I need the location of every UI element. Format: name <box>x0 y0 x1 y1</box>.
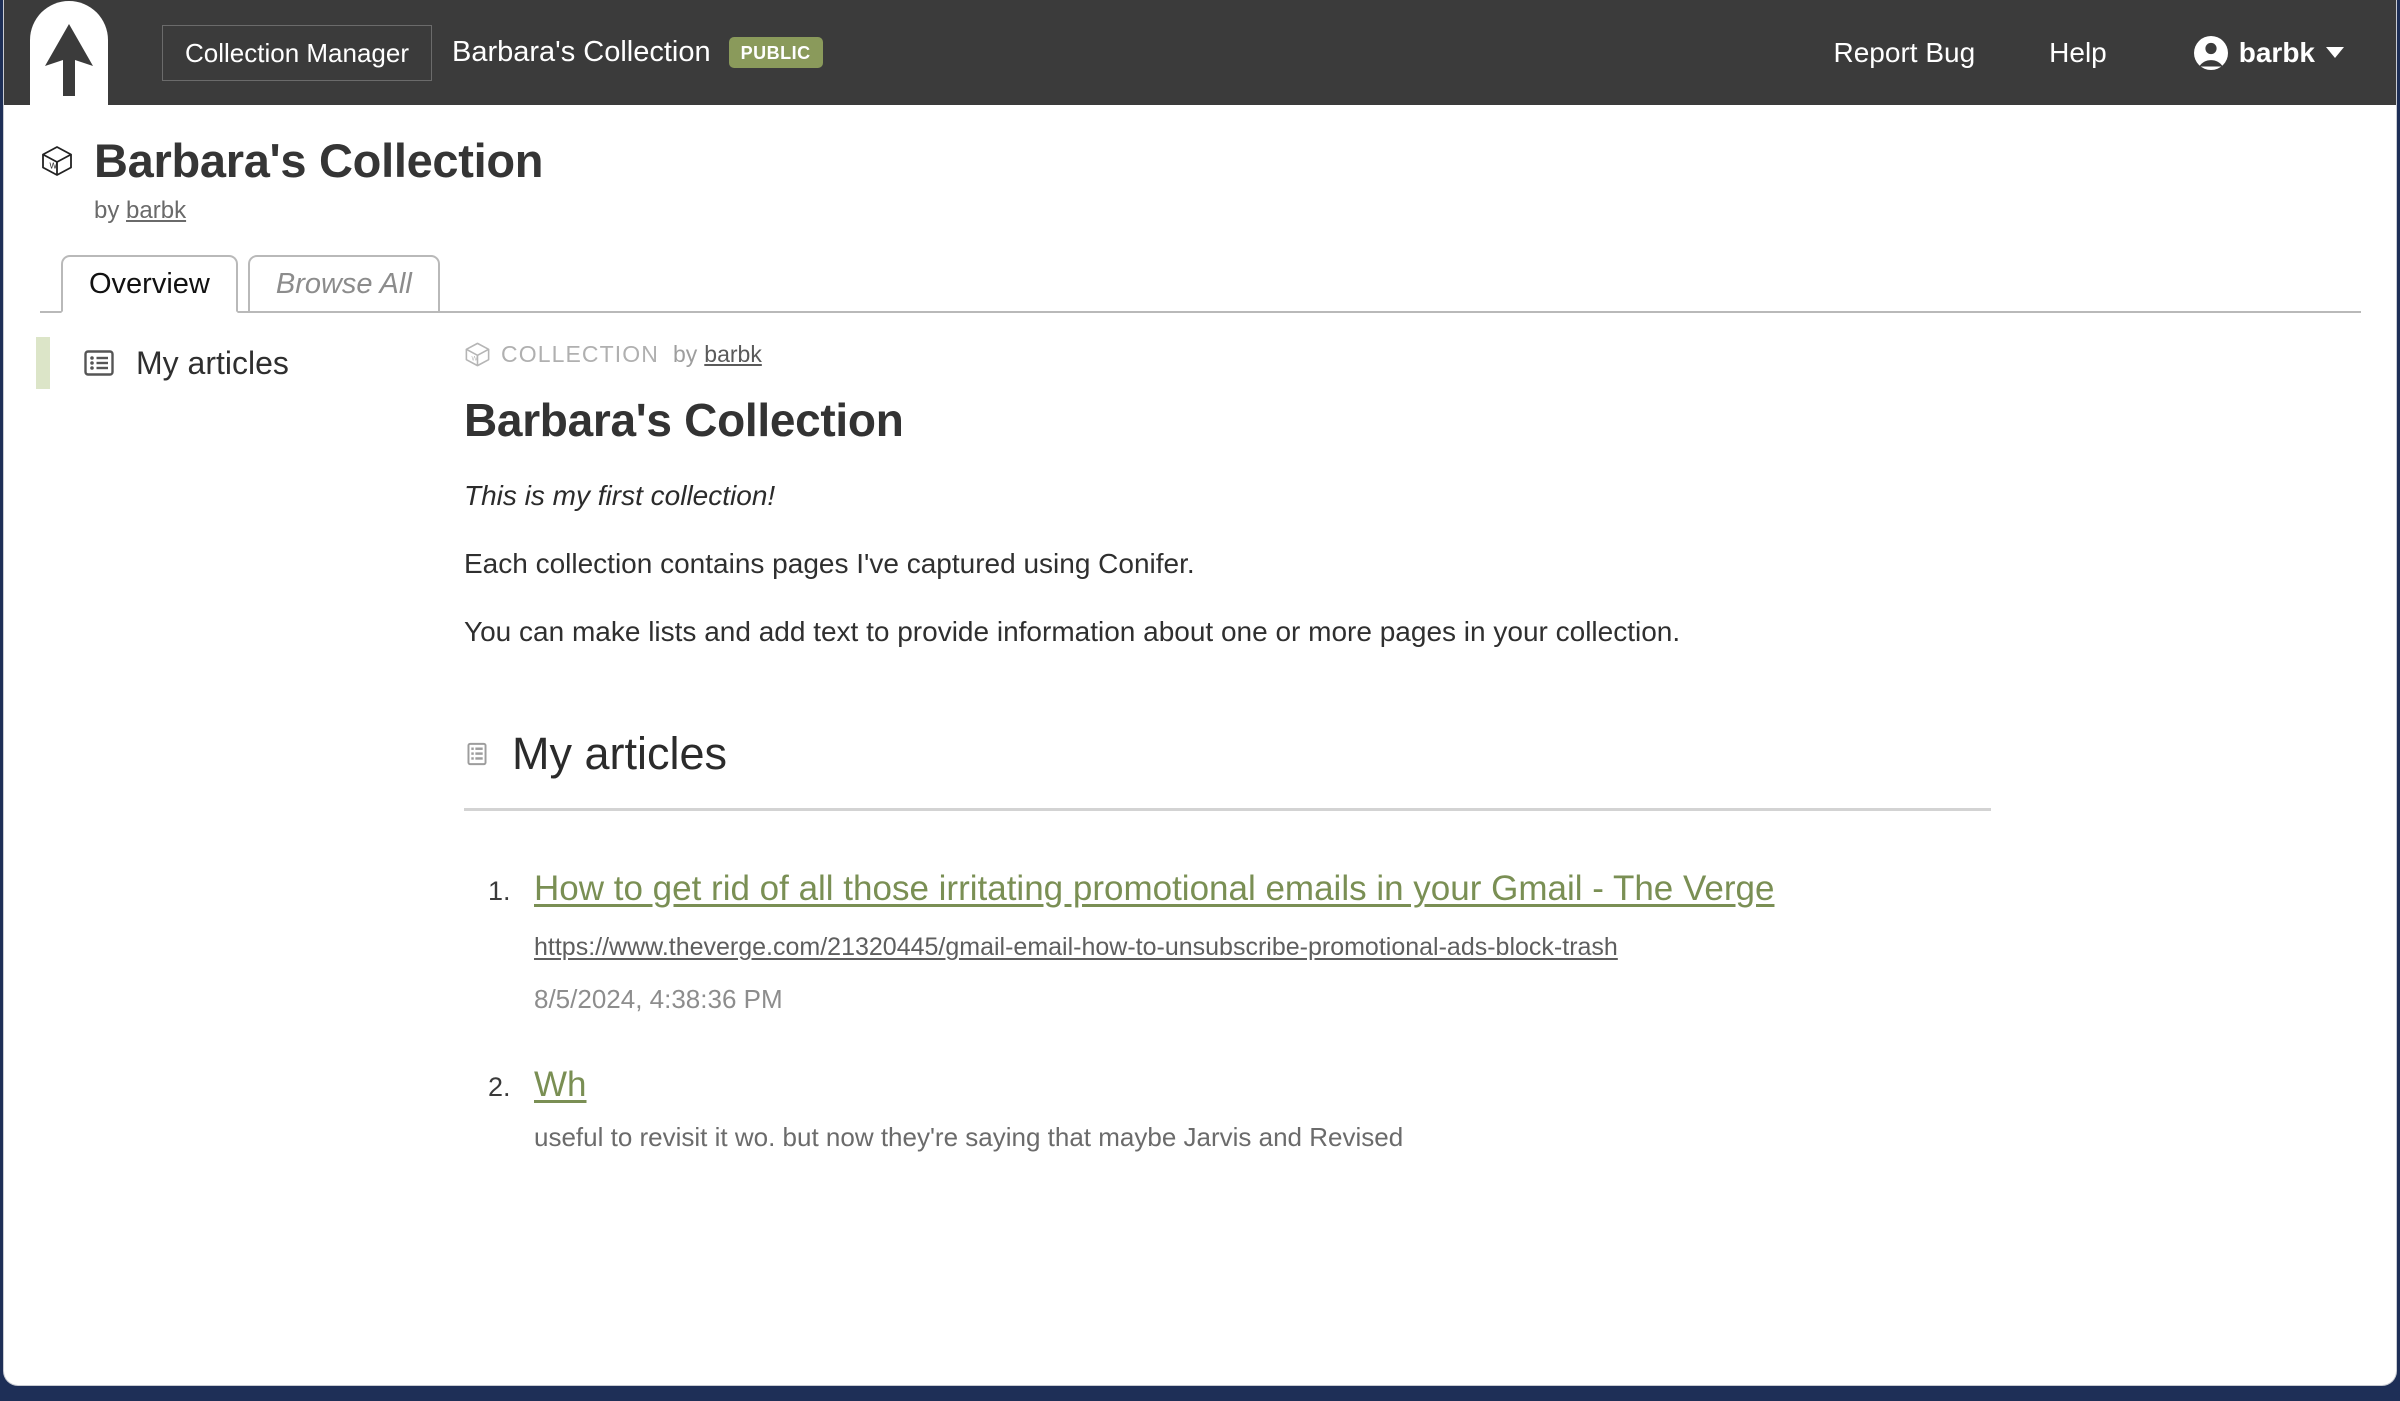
section-heading: My articles <box>464 728 2336 780</box>
page-title: Barbara's Collection <box>94 134 544 187</box>
article-list: How to get rid of all those irritating p… <box>464 867 2336 1155</box>
svg-text:W: W <box>50 161 58 170</box>
report-bug-link[interactable]: Report Bug <box>1834 37 1976 69</box>
visibility-badge[interactable]: PUBLIC <box>728 37 823 68</box>
active-indicator <box>36 337 50 389</box>
tab-overview[interactable]: Overview <box>61 255 238 313</box>
collection-title-heading: Barbara's Collection <box>464 394 904 446</box>
collection-kicker-byline: by barbk <box>673 341 762 368</box>
byline: by barbk <box>94 197 2396 225</box>
top-navbar: Collection Manager Barbara's Collection … <box>4 0 2396 105</box>
collection-type-label: COLLECTION <box>501 340 659 367</box>
collection-description-paragraph-3: You can make lists and add text to provi… <box>464 615 1681 647</box>
page-title-row: W Barbara's Collection <box>40 133 2396 188</box>
article-timestamp: 8/5/2024, 4:38:36 PM <box>534 983 783 1014</box>
list-icon <box>464 741 490 767</box>
help-link[interactable]: Help <box>2049 37 2107 69</box>
section-heading-label: My articles <box>512 728 728 780</box>
conifer-arrow-logo-icon[interactable] <box>30 0 108 105</box>
main-content: W COLLECTION by barbk Barbara's Collectio… <box>464 313 2396 1203</box>
collection-kicker: W COLLECTION by barbk <box>464 339 2336 369</box>
kicker-by-prefix: by <box>672 340 698 367</box>
user-name-label: barbk <box>2238 36 2315 68</box>
collection-box-icon: W <box>464 341 491 368</box>
tab-browse-all[interactable]: Browse All <box>247 255 440 313</box>
collection-manager-button[interactable]: Collection Manager <box>162 24 433 81</box>
collection-description-paragraph-2: Each collection contains pages I've capt… <box>464 547 1195 579</box>
article-title-wrap: How to get rid of all those irritating p… <box>534 867 1874 912</box>
kicker-author-link[interactable]: barbk <box>704 341 762 367</box>
tab-bar: Overview Browse All <box>4 255 2396 313</box>
chevron-down-icon <box>2326 47 2344 58</box>
article-title-link[interactable]: Wh <box>534 1065 587 1104</box>
article-title-link[interactable]: How to get rid of all those irritating p… <box>534 869 1774 908</box>
collection-box-icon: W <box>40 144 74 178</box>
byline-author-link[interactable]: barbk <box>126 197 186 224</box>
list-item: Wh useful to revisit it wo. but now they… <box>488 1063 2336 1156</box>
sidebar: My articles <box>4 313 464 393</box>
content-columns: My articles W COLLECTION by barbk Barbar… <box>4 313 2396 1203</box>
navbar-collection-title: Barbara's Collection <box>452 36 711 68</box>
page-header: W Barbara's Collection by barbk <box>4 105 2396 225</box>
byline-prefix: by <box>94 197 120 224</box>
user-menu[interactable]: barbk <box>2193 35 2344 71</box>
sidebar-item-label: My articles <box>136 344 289 381</box>
browser-window: Collection Manager Barbara's Collection … <box>4 0 2396 1385</box>
collection-description-paragraph-1: This is my first collection! <box>464 480 776 511</box>
article-title-wrap: Wh <box>534 1063 1874 1108</box>
sidebar-item-my-articles[interactable]: My articles <box>4 333 464 393</box>
desktop-background: Collection Manager Barbara's Collection … <box>0 0 2400 1401</box>
article-snippet: useful to revisit it wo. but now they're… <box>534 1122 1404 1153</box>
navbar-left-group: Collection Manager Barbara's Collection … <box>162 24 823 81</box>
account-circle-icon <box>2193 35 2229 71</box>
section-divider <box>464 808 1991 812</box>
list-item: How to get rid of all those irritating p… <box>488 867 2336 1014</box>
list-icon <box>83 347 115 379</box>
article-url-link[interactable]: https://www.theverge.com/21320445/gmail-… <box>534 931 1724 964</box>
svg-text:W: W <box>472 355 478 362</box>
navbar-right-group: Report Bug Help barbk <box>1760 35 2396 71</box>
